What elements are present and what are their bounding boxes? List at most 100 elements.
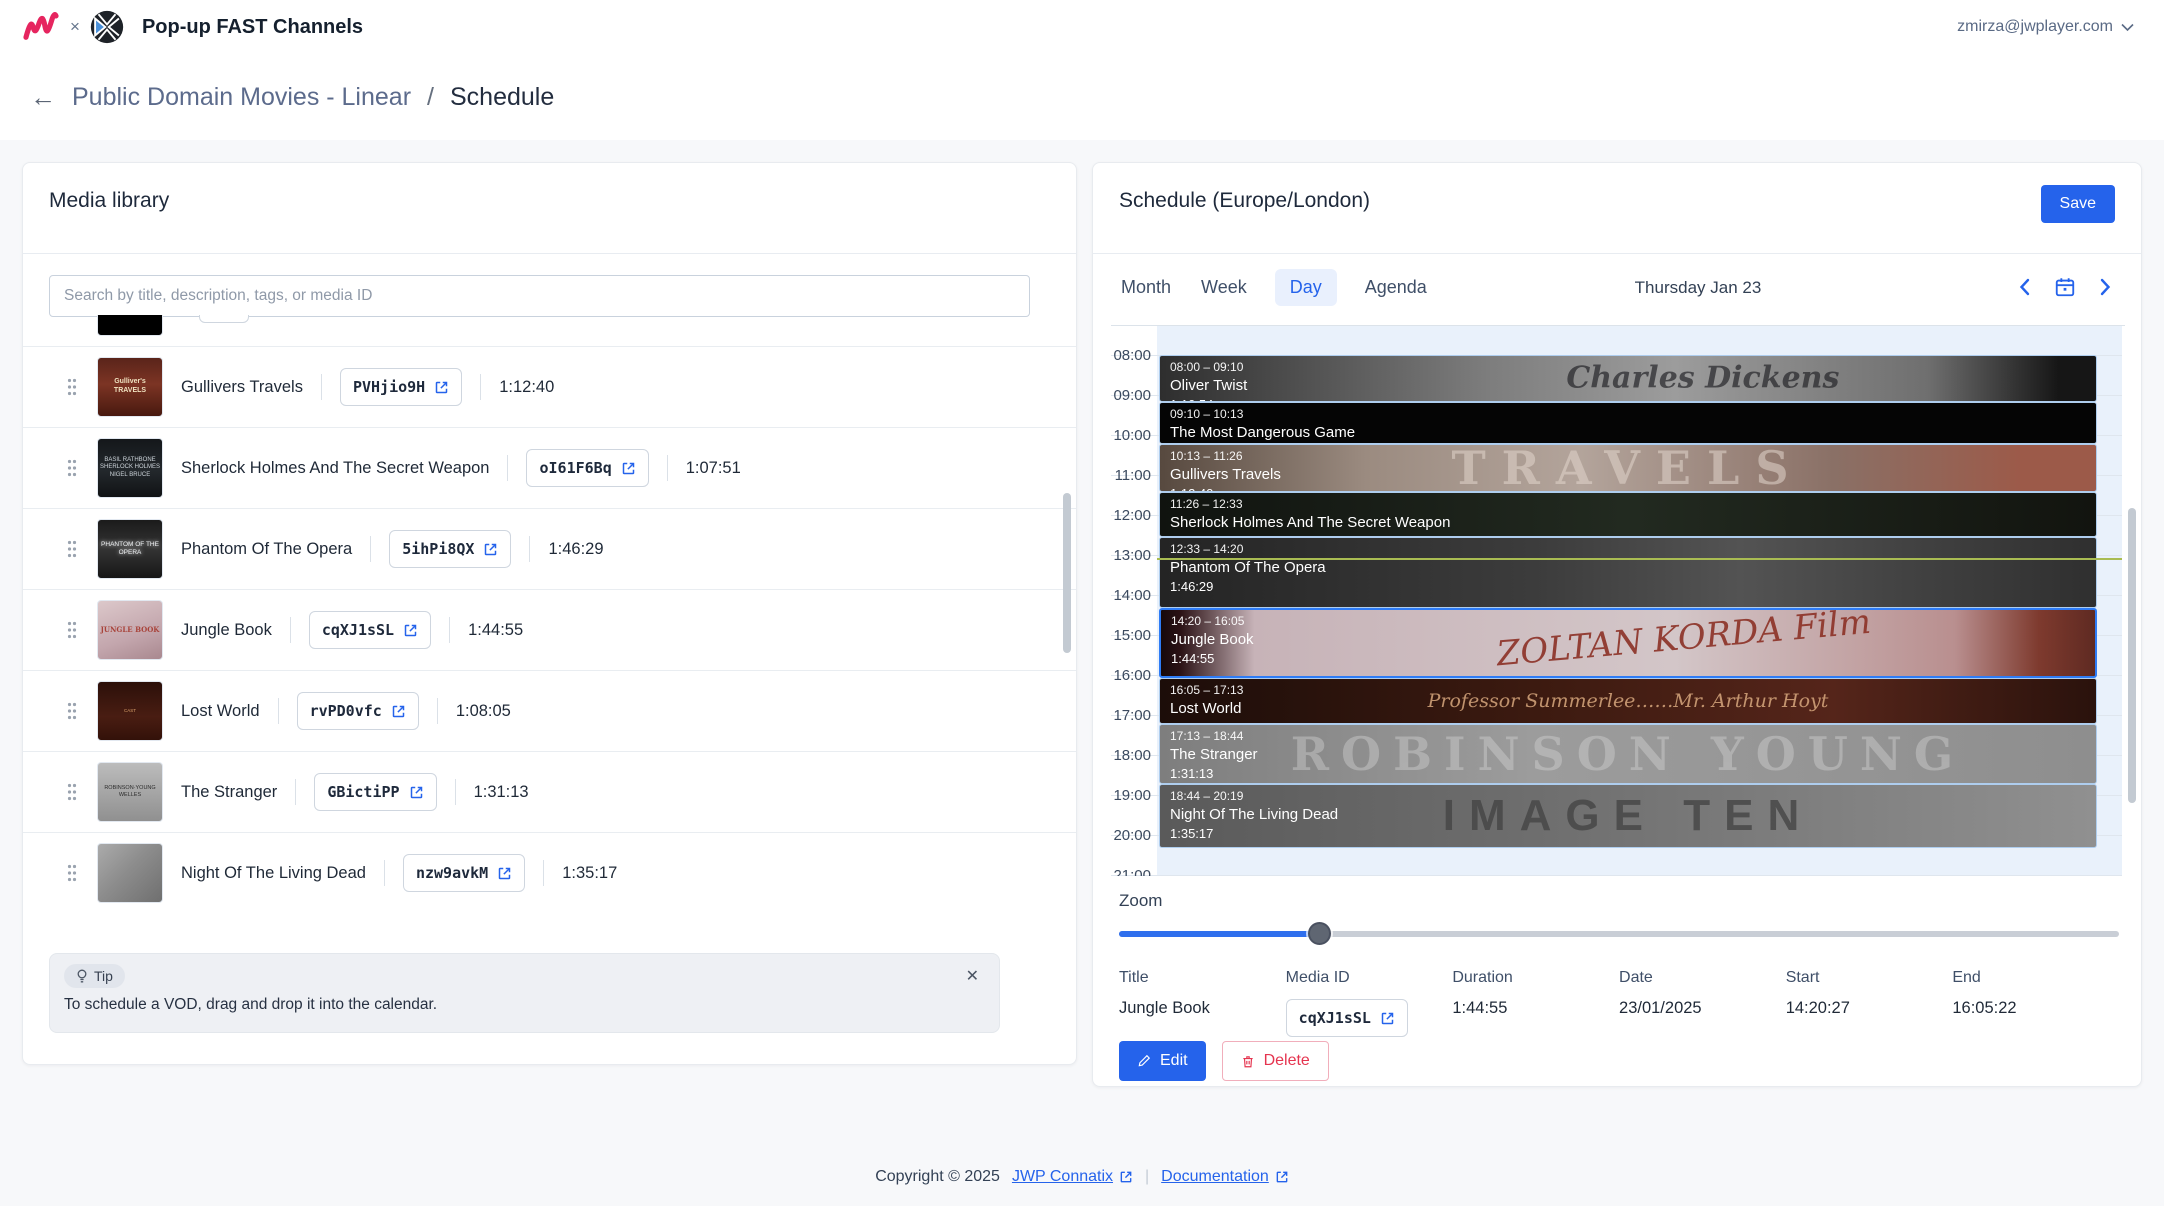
- media-row[interactable]: PHANTOM OF THE OPERAPhantom Of The Opera…: [23, 509, 1076, 590]
- save-button[interactable]: Save: [2041, 185, 2115, 223]
- chevron-left-icon[interactable]: [2019, 278, 2030, 296]
- user-email: zmirza@jwplayer.com: [1957, 18, 2113, 36]
- calendar-nav: [2019, 276, 2111, 298]
- media-thumbnail: Gulliver's TRAVELS: [97, 357, 163, 417]
- tab-week[interactable]: Week: [1199, 269, 1249, 306]
- separator: [529, 536, 530, 562]
- event-duration: 1:46:29: [1170, 579, 2086, 594]
- media-row[interactable]: JUNGLE BOOKJungle BookcqXJ1sSL1:44:55: [23, 590, 1076, 671]
- event-time-range: 17:13 – 18:44: [1170, 729, 2086, 743]
- external-link-icon: [1380, 1011, 1395, 1026]
- edit-button[interactable]: Edit: [1119, 1041, 1206, 1081]
- lightbulb-icon: [76, 969, 88, 984]
- calendar-event[interactable]: ZOLTAN KORDA Film14:20 – 16:05Jungle Boo…: [1159, 608, 2097, 678]
- drag-handle-icon[interactable]: [65, 540, 79, 558]
- calendar-icon[interactable]: [2054, 276, 2076, 298]
- media-duration: 1:08:05: [456, 702, 511, 721]
- schedule-title: Schedule (Europe/London): [1119, 189, 1370, 213]
- external-link-icon: [434, 380, 449, 395]
- event-time-range: 10:13 – 11:26: [1170, 449, 2086, 463]
- calendar-event[interactable]: Professor Summerlee……Mr. Arthur Hoyt16:0…: [1159, 678, 2097, 723]
- media-id-chip[interactable]: PVHjio9H: [340, 368, 462, 406]
- breadcrumb-channel-link[interactable]: Public Domain Movies - Linear: [72, 83, 411, 112]
- detail-column: Duration 1:44:55: [1452, 969, 1619, 1037]
- event-time-range: 14:20 – 16:05: [1171, 614, 2085, 628]
- close-icon[interactable]: ✕: [960, 964, 985, 988]
- calendar-event[interactable]: IMAGE TEN18:44 – 20:19Night Of The Livin…: [1159, 784, 2097, 847]
- event-title: Gullivers Travels: [1170, 466, 2086, 483]
- media-thumbnail: PHANTOM OF THE OPERA: [97, 519, 163, 579]
- drag-handle-icon[interactable]: [65, 378, 79, 396]
- event-content: 18:44 – 20:19Night Of The Living Dead1:3…: [1160, 785, 2096, 845]
- documentation-link[interactable]: Documentation: [1161, 1168, 1289, 1186]
- event-content: 08:00 – 09:10Oliver Twist1:10:54: [1160, 356, 2096, 402]
- calendar-event[interactable]: 11:26 – 12:33Sherlock Holmes And The Sec…: [1159, 492, 2097, 537]
- calendar-event[interactable]: 09:10 – 10:13The Most Dangerous Game: [1159, 402, 2097, 444]
- media-row[interactable]: ROBINSON·YOUNG WELLESThe StrangerGBictiP…: [23, 752, 1076, 833]
- trash-icon: [1241, 1054, 1255, 1069]
- media-id-chip[interactable]: [199, 315, 249, 323]
- event-duration: 1:35:17: [1170, 826, 2086, 841]
- drag-handle-icon[interactable]: [65, 459, 79, 477]
- detail-label: End: [1952, 969, 2119, 987]
- event-content: 11:26 – 12:33Sherlock Holmes And The Sec…: [1160, 493, 2096, 537]
- calendar-event[interactable]: Charles Dickens08:00 – 09:10Oliver Twist…: [1159, 355, 2097, 402]
- chevron-right-icon[interactable]: [2100, 278, 2111, 296]
- media-list-scrollbar[interactable]: [1063, 493, 1071, 653]
- search-input[interactable]: [49, 275, 1030, 317]
- jwp-connatix-link[interactable]: JWP Connatix: [1012, 1168, 1133, 1186]
- drag-handle-icon[interactable]: [65, 783, 79, 801]
- tab-agenda[interactable]: Agenda: [1363, 269, 1429, 306]
- back-arrow[interactable]: ←: [30, 82, 56, 113]
- media-duration: 1:07:51: [686, 459, 741, 478]
- tab-day[interactable]: Day: [1275, 269, 1337, 306]
- media-row-partial[interactable]: [23, 315, 1076, 347]
- zoom-slider[interactable]: [1119, 931, 2119, 937]
- detail-label: Duration: [1452, 969, 1619, 987]
- calendar-event[interactable]: TRAVELS10:13 – 11:26Gullivers Travels1:1…: [1159, 444, 2097, 493]
- media-id-chip[interactable]: cqXJ1sSL: [309, 611, 431, 649]
- event-time-range: 12:33 – 14:20: [1170, 542, 2086, 556]
- separator: [278, 698, 279, 724]
- detail-column: End16:05:22: [1952, 969, 2119, 1037]
- delete-button[interactable]: Delete: [1222, 1041, 1329, 1081]
- drag-handle-icon[interactable]: [65, 621, 79, 639]
- media-id-chip[interactable]: GBictiPP: [314, 773, 436, 811]
- media-id-chip[interactable]: nzw9avkM: [403, 854, 525, 892]
- media-title: Jungle Book: [181, 621, 272, 640]
- detail-label: Date: [1619, 969, 1786, 987]
- day-calendar[interactable]: 08:0009:0010:0011:0012:0013:0014:0015:00…: [1111, 325, 2125, 876]
- media-id-chip[interactable]: 5ihPi8QX: [389, 530, 511, 568]
- zoom-slider-thumb[interactable]: [1308, 922, 1331, 945]
- media-thumbnail: BASIL RATHBONE SHERLOCK HOLMES NIGEL BRU…: [97, 438, 163, 498]
- media-thumbnail: ROBINSON·YOUNG WELLES: [97, 762, 163, 822]
- calendar-event[interactable]: 12:33 – 14:20Phantom Of The Opera1:46:29: [1159, 537, 2097, 608]
- breadcrumb-separator: /: [427, 83, 434, 112]
- media-id-chip[interactable]: cqXJ1sSL: [1286, 999, 1408, 1037]
- separator: [507, 455, 508, 481]
- media-row[interactable]: BASIL RATHBONE SHERLOCK HOLMES NIGEL BRU…: [23, 428, 1076, 509]
- separator: [384, 860, 385, 886]
- event-content: 12:33 – 14:20Phantom Of The Opera1:46:29: [1160, 538, 2096, 598]
- media-id-chip[interactable]: oI61F6Bq: [526, 449, 648, 487]
- separator: [290, 617, 291, 643]
- event-time-range: 11:26 – 12:33: [1170, 497, 2086, 511]
- media-row[interactable]: CASTLost WorldrvPD0vfc1:08:05: [23, 671, 1076, 752]
- media-row[interactable]: Night Of The Living Deadnzw9avkM1:35:17: [23, 833, 1076, 913]
- event-content: 17:13 – 18:44The Stranger1:31:13: [1160, 725, 2096, 785]
- media-id-chip[interactable]: rvPD0vfc: [297, 692, 419, 730]
- logo-group: ×: [22, 10, 124, 44]
- user-menu[interactable]: zmirza@jwplayer.com: [1957, 0, 2134, 54]
- detail-label: Media ID: [1286, 969, 1453, 987]
- breadcrumb: ← Public Domain Movies - Linear / Schedu…: [0, 54, 2164, 140]
- calendar-scrollbar[interactable]: [2128, 508, 2136, 803]
- media-duration: 1:35:17: [562, 864, 617, 883]
- calendar-event[interactable]: ROBINSON YOUNG17:13 – 18:44The Stranger1…: [1159, 724, 2097, 785]
- media-row[interactable]: Gulliver's TRAVELSGullivers TravelsPVHji…: [23, 347, 1076, 428]
- divider: [23, 253, 1076, 254]
- drag-handle-icon[interactable]: [65, 864, 79, 882]
- tab-month[interactable]: Month: [1119, 269, 1173, 306]
- tip-badge: Tip: [64, 964, 125, 988]
- drag-handle-icon[interactable]: [65, 702, 79, 720]
- detail-value: 1:44:55: [1452, 999, 1619, 1018]
